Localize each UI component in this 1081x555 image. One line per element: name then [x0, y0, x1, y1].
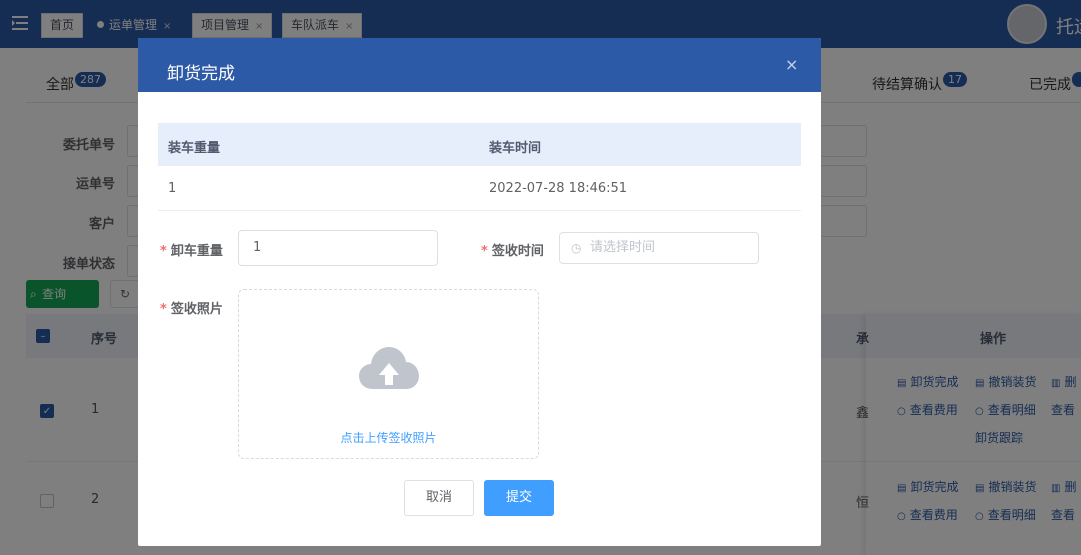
sign-time-picker[interactable]: ◷ 请选择时间 — [559, 232, 759, 264]
dialog-header: 卸货完成 × — [138, 38, 821, 92]
dialog-title: 卸货完成 — [167, 64, 235, 84]
submit-button[interactable]: 提交 — [484, 480, 554, 516]
unload-weight-label: * 卸车重量 — [160, 244, 223, 259]
header-load-weight: 装车重量 — [168, 141, 221, 156]
unload-complete-dialog: 卸货完成 × 装车重量 装车时间 1 2022-07-28 18:46:51 *… — [138, 38, 821, 546]
clock-icon: ◷ — [571, 241, 582, 255]
unload-weight-input[interactable]: 1 — [238, 230, 438, 266]
cancel-button[interactable]: 取消 — [404, 480, 474, 516]
load-time-value: 2022-07-28 18:46:51 — [489, 181, 628, 196]
sign-photo-label: * 签收照片 — [160, 302, 223, 317]
upload-hint: 点击上传签收照片 — [340, 431, 437, 445]
load-weight-value: 1 — [168, 181, 177, 196]
table-divider — [158, 210, 801, 211]
header-load-time: 装车时间 — [489, 141, 542, 156]
close-icon[interactable]: × — [785, 55, 798, 74]
sign-photo-upload[interactable]: 点击上传签收照片 — [238, 289, 539, 459]
cloud-upload-icon — [359, 347, 419, 389]
loading-info-table-header: 装车重量 装车时间 — [158, 123, 801, 166]
sign-time-label: * 签收时间 — [481, 244, 544, 259]
